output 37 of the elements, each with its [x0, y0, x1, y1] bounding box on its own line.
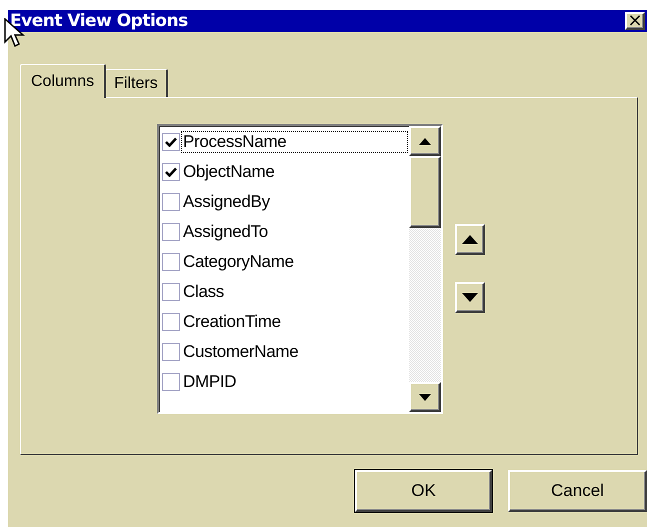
checkbox[interactable]	[162, 373, 180, 391]
up-triangle-icon	[419, 138, 431, 144]
up-triangle-icon	[462, 235, 478, 244]
move-up-button[interactable]	[455, 224, 485, 255]
checkmark-icon	[165, 137, 177, 147]
checkbox[interactable]	[162, 343, 180, 361]
checkbox[interactable]	[162, 193, 180, 211]
checkbox[interactable]	[162, 223, 180, 241]
tab[interactable]: Filters	[105, 69, 168, 97]
close-button[interactable]: ×	[625, 12, 645, 30]
scroll-thumb[interactable]	[409, 156, 441, 228]
dialog-button[interactable]: OK	[355, 470, 492, 512]
checkbox[interactable]	[162, 163, 180, 181]
window-title: Event View Options	[10, 11, 188, 31]
scrollbar[interactable]	[409, 126, 441, 412]
checkbox[interactable]	[162, 313, 180, 331]
column-option[interactable]: CategoryName	[182, 252, 295, 272]
column-option[interactable]: DMPID	[182, 372, 238, 392]
column-option[interactable]: CustomerName	[182, 342, 300, 362]
checkbox[interactable]	[162, 253, 180, 271]
column-option[interactable]: ProcessName	[182, 132, 407, 152]
tab[interactable]: Columns	[20, 64, 106, 98]
checkbox[interactable]	[162, 133, 180, 151]
column-list[interactable]: ProcessName ObjectName AssignedBy AssignedTo CategoryName Class CreationTime CustomerName DMPID	[157, 124, 443, 414]
column-option[interactable]: Class	[182, 282, 226, 302]
scroll-up-button[interactable]	[409, 126, 441, 156]
column-option[interactable]: AssignedTo	[182, 222, 269, 242]
scroll-down-button[interactable]	[409, 382, 441, 412]
move-down-button[interactable]	[455, 282, 485, 313]
down-triangle-icon	[419, 394, 431, 400]
column-option[interactable]: AssignedBy	[182, 192, 271, 212]
column-option[interactable]: CreationTime	[182, 312, 282, 332]
down-triangle-icon	[462, 293, 478, 302]
checkmark-icon	[165, 167, 177, 177]
dialog-button[interactable]: Cancel	[508, 470, 647, 512]
checkbox[interactable]	[162, 283, 180, 301]
column-option[interactable]: ObjectName	[182, 162, 276, 182]
